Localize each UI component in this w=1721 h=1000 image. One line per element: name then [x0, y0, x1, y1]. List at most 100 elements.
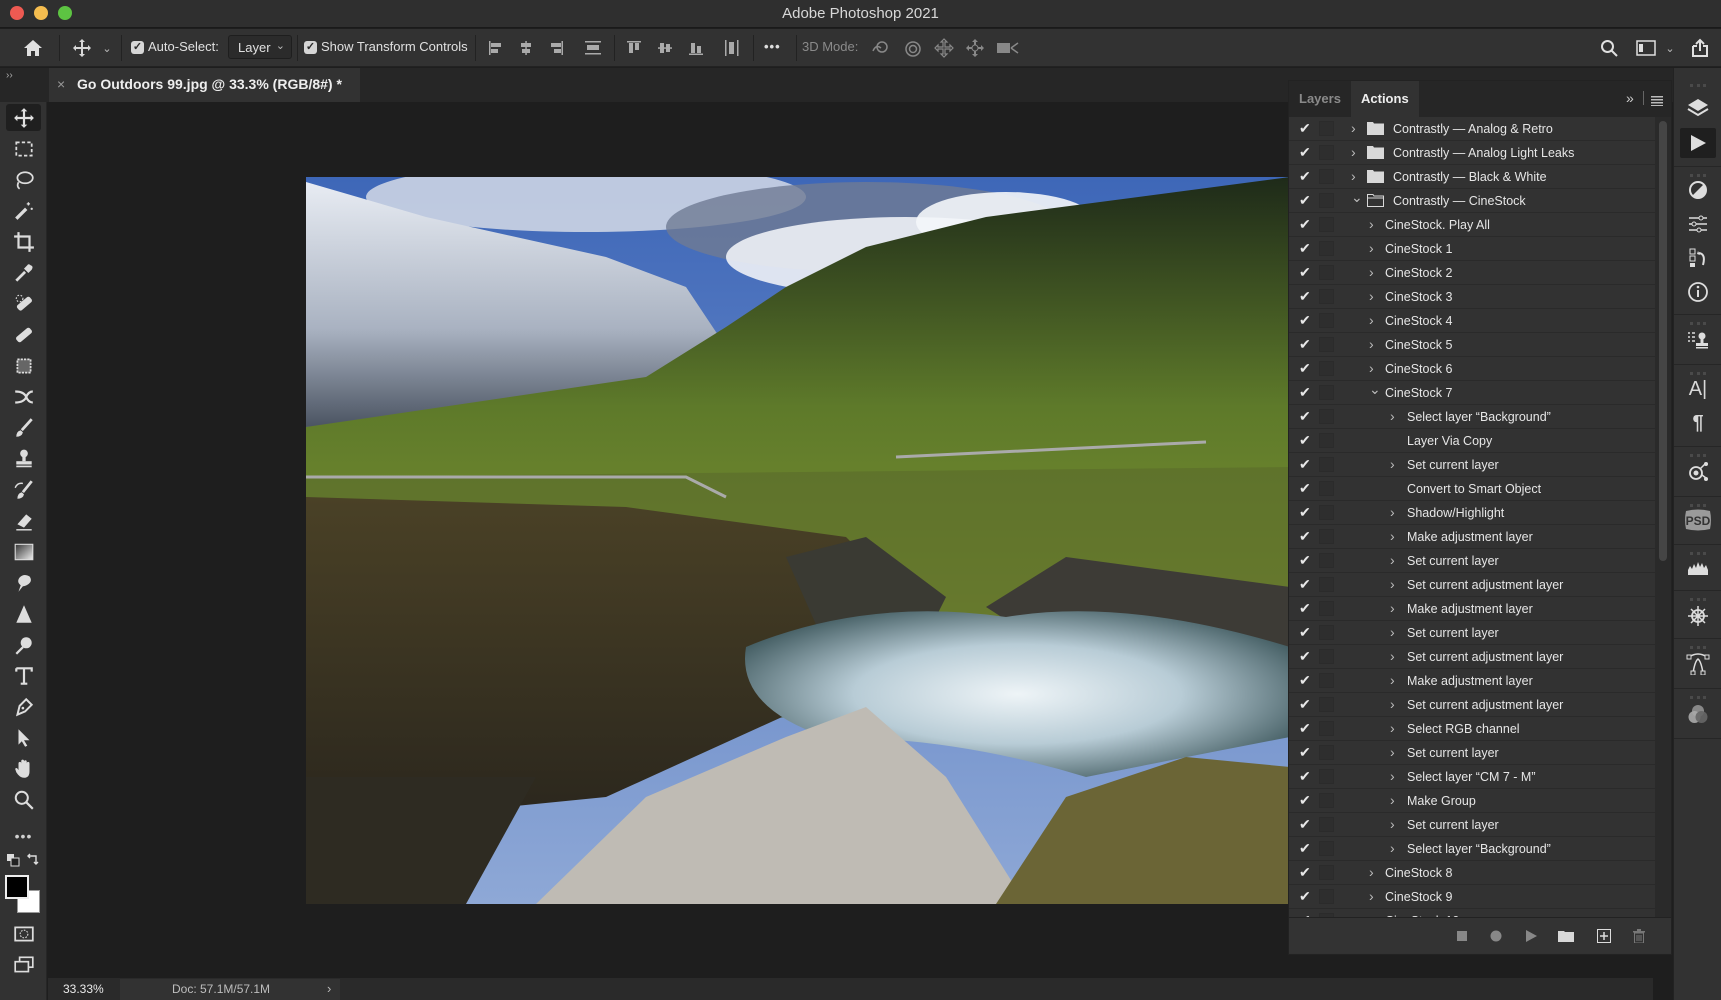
toggle-dialog-box[interactable]: [1319, 577, 1334, 592]
chevron-right-icon[interactable]: ›: [1390, 720, 1395, 736]
move-tool-icon[interactable]: [6, 104, 41, 131]
toggle-item-checkmark-icon[interactable]: ✔: [1299, 840, 1311, 857]
action-step-row[interactable]: ✔ › Make adjustment layer: [1289, 597, 1655, 621]
magic-wand-tool-icon[interactable]: [6, 197, 41, 224]
properties-icon[interactable]: [1686, 212, 1710, 236]
dodge-tool-icon[interactable]: [6, 631, 41, 658]
toggle-dialog-box[interactable]: [1319, 841, 1334, 856]
auto-select-target-dropdown[interactable]: Layer ⌄: [228, 35, 292, 59]
toggle-item-checkmark-icon[interactable]: ✔: [1299, 816, 1311, 833]
plugin-icon[interactable]: [1686, 460, 1710, 484]
toggle-item-checkmark-icon[interactable]: ✔: [1299, 744, 1311, 761]
action-step-row[interactable]: ✔ › Set current layer: [1289, 549, 1655, 573]
toggle-item-checkmark-icon[interactable]: ✔: [1299, 120, 1311, 137]
toggle-dialog-box[interactable]: [1319, 337, 1334, 352]
toggle-item-checkmark-icon[interactable]: ✔: [1299, 480, 1311, 497]
type-tool-icon[interactable]: [6, 662, 41, 689]
sharpen-tool-icon[interactable]: [6, 600, 41, 627]
layers-panel-icon[interactable]: [1686, 96, 1710, 120]
toggle-dialog-box[interactable]: [1319, 529, 1334, 544]
toggle-item-checkmark-icon[interactable]: ✔: [1299, 192, 1311, 209]
toggle-dialog-box[interactable]: [1319, 481, 1334, 496]
zoom-level[interactable]: 33.33%: [63, 982, 104, 996]
home-icon[interactable]: [20, 37, 46, 59]
align-horizontal-centers-icon[interactable]: [516, 37, 536, 59]
delete-icon[interactable]: [1630, 927, 1648, 945]
create-new-set-icon[interactable]: [1557, 927, 1575, 945]
toggle-item-checkmark-icon[interactable]: ✔: [1299, 888, 1311, 905]
chevron-right-icon[interactable]: ›: [1390, 552, 1395, 568]
toggle-dialog-box[interactable]: [1319, 313, 1334, 328]
align-left-edges-icon[interactable]: [486, 37, 506, 59]
action-row[interactable]: ✔ › CineStock 8: [1289, 861, 1655, 885]
chevron-right-icon[interactable]: ›: [1369, 216, 1374, 232]
expand-toolbar-icon[interactable]: ››: [6, 70, 13, 81]
action-step-row[interactable]: ✔ › Set current adjustment layer: [1289, 573, 1655, 597]
align-right-edges-icon[interactable]: [546, 37, 566, 59]
action-row[interactable]: ✔ › CineStock 3: [1289, 285, 1655, 309]
toggle-item-checkmark-icon[interactable]: ✔: [1299, 768, 1311, 785]
toggle-dialog-box[interactable]: [1319, 145, 1334, 160]
toggle-item-checkmark-icon[interactable]: ✔: [1299, 288, 1311, 305]
share-icon[interactable]: [1688, 37, 1712, 59]
navigator-icon[interactable]: [1686, 604, 1710, 628]
toggle-dialog-box[interactable]: [1319, 601, 1334, 616]
toggle-dialog-box[interactable]: [1319, 721, 1334, 736]
workspace-icon[interactable]: [1634, 37, 1658, 59]
action-step-row[interactable]: ✔ › Set current adjustment layer: [1289, 645, 1655, 669]
document-canvas-image[interactable]: [306, 177, 1290, 904]
toggle-dialog-box[interactable]: [1319, 817, 1334, 832]
roll-3d-icon[interactable]: [902, 37, 924, 59]
toggle-dialog-box[interactable]: [1319, 457, 1334, 472]
toggle-item-checkmark-icon[interactable]: ✔: [1299, 312, 1311, 329]
paragraph-icon[interactable]: ¶: [1686, 411, 1710, 435]
search-icon[interactable]: [1598, 37, 1620, 59]
chevron-right-icon[interactable]: ›: [1390, 792, 1395, 808]
pen-tool-icon[interactable]: [6, 693, 41, 720]
crop-tool-icon[interactable]: [6, 228, 41, 255]
collapse-panel-icon[interactable]: »: [1626, 90, 1634, 106]
action-row[interactable]: ✔ › CineStock 2: [1289, 261, 1655, 285]
chevron-down-icon[interactable]: ⌄: [1351, 189, 1363, 206]
tool-preset-chevron-down-icon[interactable]: ⌄: [100, 37, 114, 59]
more-options-button[interactable]: •••: [764, 39, 781, 54]
action-row[interactable]: ✔ › CineStock 5: [1289, 333, 1655, 357]
toggle-dialog-box[interactable]: [1319, 265, 1334, 280]
smudge-tool-icon[interactable]: [6, 569, 41, 596]
toggle-item-checkmark-icon[interactable]: ✔: [1299, 696, 1311, 713]
clone-stamp-tool-icon[interactable]: [6, 445, 41, 472]
align-top-edges-icon[interactable]: [624, 37, 644, 59]
move-icon[interactable]: [70, 37, 94, 59]
chevron-right-icon[interactable]: ›: [1390, 672, 1395, 688]
chevron-right-icon[interactable]: ›: [1351, 144, 1356, 160]
action-row[interactable]: ✔ › CineStock 6: [1289, 357, 1655, 381]
toggle-dialog-box[interactable]: [1319, 649, 1334, 664]
gradient-tool-icon[interactable]: [6, 538, 41, 565]
toggle-item-checkmark-icon[interactable]: ✔: [1299, 792, 1311, 809]
toggle-dialog-box[interactable]: [1319, 169, 1334, 184]
chevron-right-icon[interactable]: ›: [1390, 528, 1395, 544]
toggle-item-checkmark-icon[interactable]: ✔: [1299, 264, 1311, 281]
panel-menu-icon[interactable]: [1651, 93, 1663, 106]
toggle-item-checkmark-icon[interactable]: ✔: [1299, 624, 1311, 641]
drag-3d-icon[interactable]: [933, 37, 955, 59]
toggle-item-checkmark-icon[interactable]: ✔: [1299, 648, 1311, 665]
action-row[interactable]: ✔ › CineStock 9: [1289, 885, 1655, 909]
toggle-item-checkmark-icon[interactable]: ✔: [1299, 672, 1311, 689]
action-set-row[interactable]: ✔ › Contrastly — Analog & Retro: [1289, 117, 1655, 141]
chevron-right-icon[interactable]: ›: [1390, 816, 1395, 832]
action-step-row[interactable]: ✔ › Make adjustment layer: [1289, 669, 1655, 693]
chevron-right-icon[interactable]: ›: [1390, 576, 1395, 592]
zoom-tool-icon[interactable]: [6, 786, 41, 813]
toggle-item-checkmark-icon[interactable]: ✔: [1299, 504, 1311, 521]
show-transform-controls-checkbox[interactable]: ✓: [304, 41, 317, 54]
action-step-row[interactable]: ✔ › Shadow/Highlight: [1289, 501, 1655, 525]
action-step-row[interactable]: ✔ › Select layer “Background”: [1289, 837, 1655, 861]
content-aware-tool-icon[interactable]: [6, 352, 41, 379]
document-tab[interactable]: × Go Outdoors 99.jpg @ 33.3% (RGB/8#) *: [49, 68, 360, 102]
foreground-color-swatch[interactable]: [5, 875, 29, 899]
align-vertical-centers-icon[interactable]: [655, 37, 675, 59]
toggle-item-checkmark-icon[interactable]: ✔: [1299, 360, 1311, 377]
action-step-row[interactable]: ✔ › Set current layer: [1289, 813, 1655, 837]
close-document-icon[interactable]: ×: [57, 76, 65, 92]
